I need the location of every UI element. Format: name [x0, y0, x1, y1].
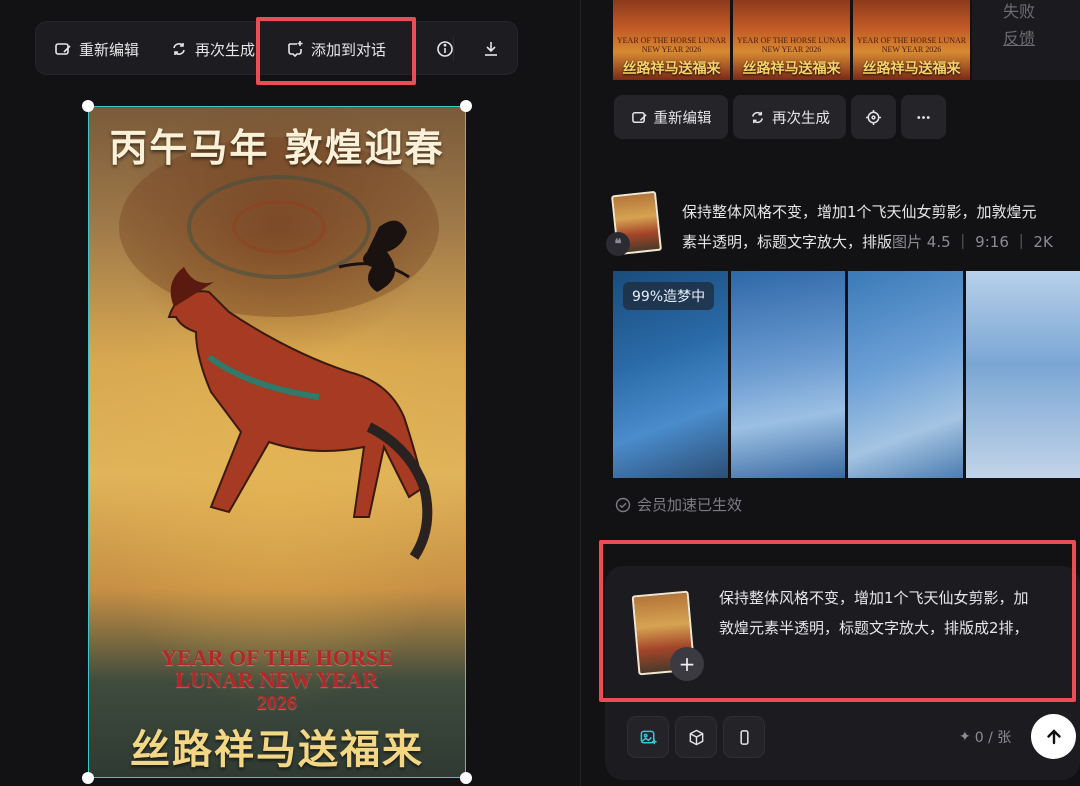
fail-text: 失败: [1003, 2, 1036, 21]
image-add-icon: [640, 730, 657, 744]
regenerate-button[interactable]: 再次生成: [170, 22, 255, 76]
portrait-ratio-icon: [739, 729, 749, 745]
edit-icon: [55, 43, 71, 55]
info-button[interactable]: [436, 22, 454, 76]
failed-result-tile: 失败 反馈: [972, 0, 1080, 80]
poster-image: 丙午马年 敦煌迎春 YEAR OF THE HORSE LUNAR NEW YE…: [89, 107, 465, 777]
locate-button[interactable]: [851, 95, 896, 139]
thumb-title: 丝路祥马送福来: [742, 61, 841, 77]
regenerate-label: 再次生成: [195, 40, 256, 59]
arrow-up-icon: [1046, 728, 1061, 744]
poster-title: 丙午马年 敦煌迎春: [109, 125, 445, 170]
add-to-chat-highlight: [256, 17, 416, 85]
prompt-message: 保持整体风格不变，增加1个飞天仙女剪影，加敦煌元 素半透明，标题文字放大，排版图…: [682, 197, 1080, 257]
result-regenerate-button[interactable]: 再次生成: [733, 95, 846, 139]
download-button[interactable]: [482, 22, 500, 76]
result-reedit-label: 重新编辑: [653, 110, 712, 127]
vip-status: 会员加速已生效: [615, 494, 742, 515]
credit-text: 0 / 张: [974, 730, 1012, 746]
generating-tile: [730, 271, 845, 478]
poster-en-year: 2026: [257, 692, 297, 714]
result-regenerate-label: 再次生成: [772, 110, 830, 127]
vip-status-text: 会员加速已生效: [637, 496, 743, 514]
thumb-en-text: YEAR OF THE HORSE LUNAR NEW YEAR 2026: [856, 36, 967, 54]
feedback-link[interactable]: 反馈: [1003, 25, 1035, 49]
more-icon: [917, 115, 930, 119]
result-reedit-button[interactable]: 重新编辑: [614, 95, 728, 139]
refresh-icon: [173, 43, 185, 55]
resize-handle-top-right[interactable]: [460, 100, 472, 112]
resize-handle-top-left[interactable]: [82, 100, 94, 112]
reedit-label: 重新编辑: [79, 40, 140, 59]
image-tool-button[interactable]: [627, 716, 669, 758]
selected-image[interactable]: 丙午马年 敦煌迎春 YEAR OF THE HORSE LUNAR NEW YE…: [88, 106, 466, 778]
credit-counter: ✦ 0 / 张: [959, 727, 1011, 747]
generating-tile: [848, 271, 963, 478]
check-circle-icon: [615, 497, 631, 512]
generating-tile: [965, 271, 1080, 478]
info-icon: [437, 41, 453, 57]
thumb-title: 丝路祥马送福来: [862, 61, 961, 77]
crosshair-icon: [865, 109, 882, 125]
download-icon: [485, 42, 497, 56]
result-thumbnail[interactable]: YEAR OF THE HORSE LUNAR NEW YEAR 2026 丝路…: [733, 0, 850, 80]
prompt-meta: 图片 4.5 ｜ 9:16 ｜ 2K: [892, 233, 1053, 251]
input-highlight: [599, 540, 1076, 702]
thumb-title: 丝路祥马送福来: [622, 61, 721, 77]
resize-handle-bottom-left[interactable]: [82, 772, 94, 784]
poster-en-line2: LUNAR NEW YEAR: [175, 667, 379, 692]
send-button[interactable]: [1031, 714, 1076, 759]
prompt-line1: 保持整体风格不变，增加1个飞天仙女剪影，加敦煌元: [682, 203, 1037, 221]
previous-results-strip: YEAR OF THE HORSE LUNAR NEW YEAR 2026 丝路…: [613, 0, 970, 80]
thumb-en-text: YEAR OF THE HORSE LUNAR NEW YEAR 2026: [616, 36, 727, 54]
result-thumbnail[interactable]: YEAR OF THE HORSE LUNAR NEW YEAR 2026 丝路…: [613, 0, 730, 80]
result-thumbnail[interactable]: YEAR OF THE HORSE LUNAR NEW YEAR 2026 丝路…: [853, 0, 970, 80]
aspect-ratio-button[interactable]: [723, 716, 765, 758]
resize-handle-bottom-right[interactable]: [460, 772, 472, 784]
sparkle-icon: ✦: [959, 729, 971, 745]
quote-icon: ❝: [606, 232, 630, 256]
edit-icon: [631, 111, 647, 123]
generation-progress-badge: 99%造梦中: [623, 282, 715, 310]
prompt-line2: 素半透明，标题文字放大，排版: [682, 233, 893, 251]
cube-icon: [689, 729, 703, 745]
model-select-button[interactable]: [675, 716, 717, 758]
thumb-en-text: YEAR OF THE HORSE LUNAR NEW YEAR 2026: [736, 36, 847, 54]
reedit-button[interactable]: 重新编辑: [54, 22, 139, 76]
refresh-icon: [752, 111, 763, 123]
more-button[interactable]: [901, 95, 946, 139]
image-preview-pane: 重新编辑 再次生成 添加到对话 丙午马年 敦煌迎春 YEAR OF THE HO…: [0, 0, 580, 786]
poster-bottom-title: 丝路祥马送福来: [130, 726, 424, 773]
